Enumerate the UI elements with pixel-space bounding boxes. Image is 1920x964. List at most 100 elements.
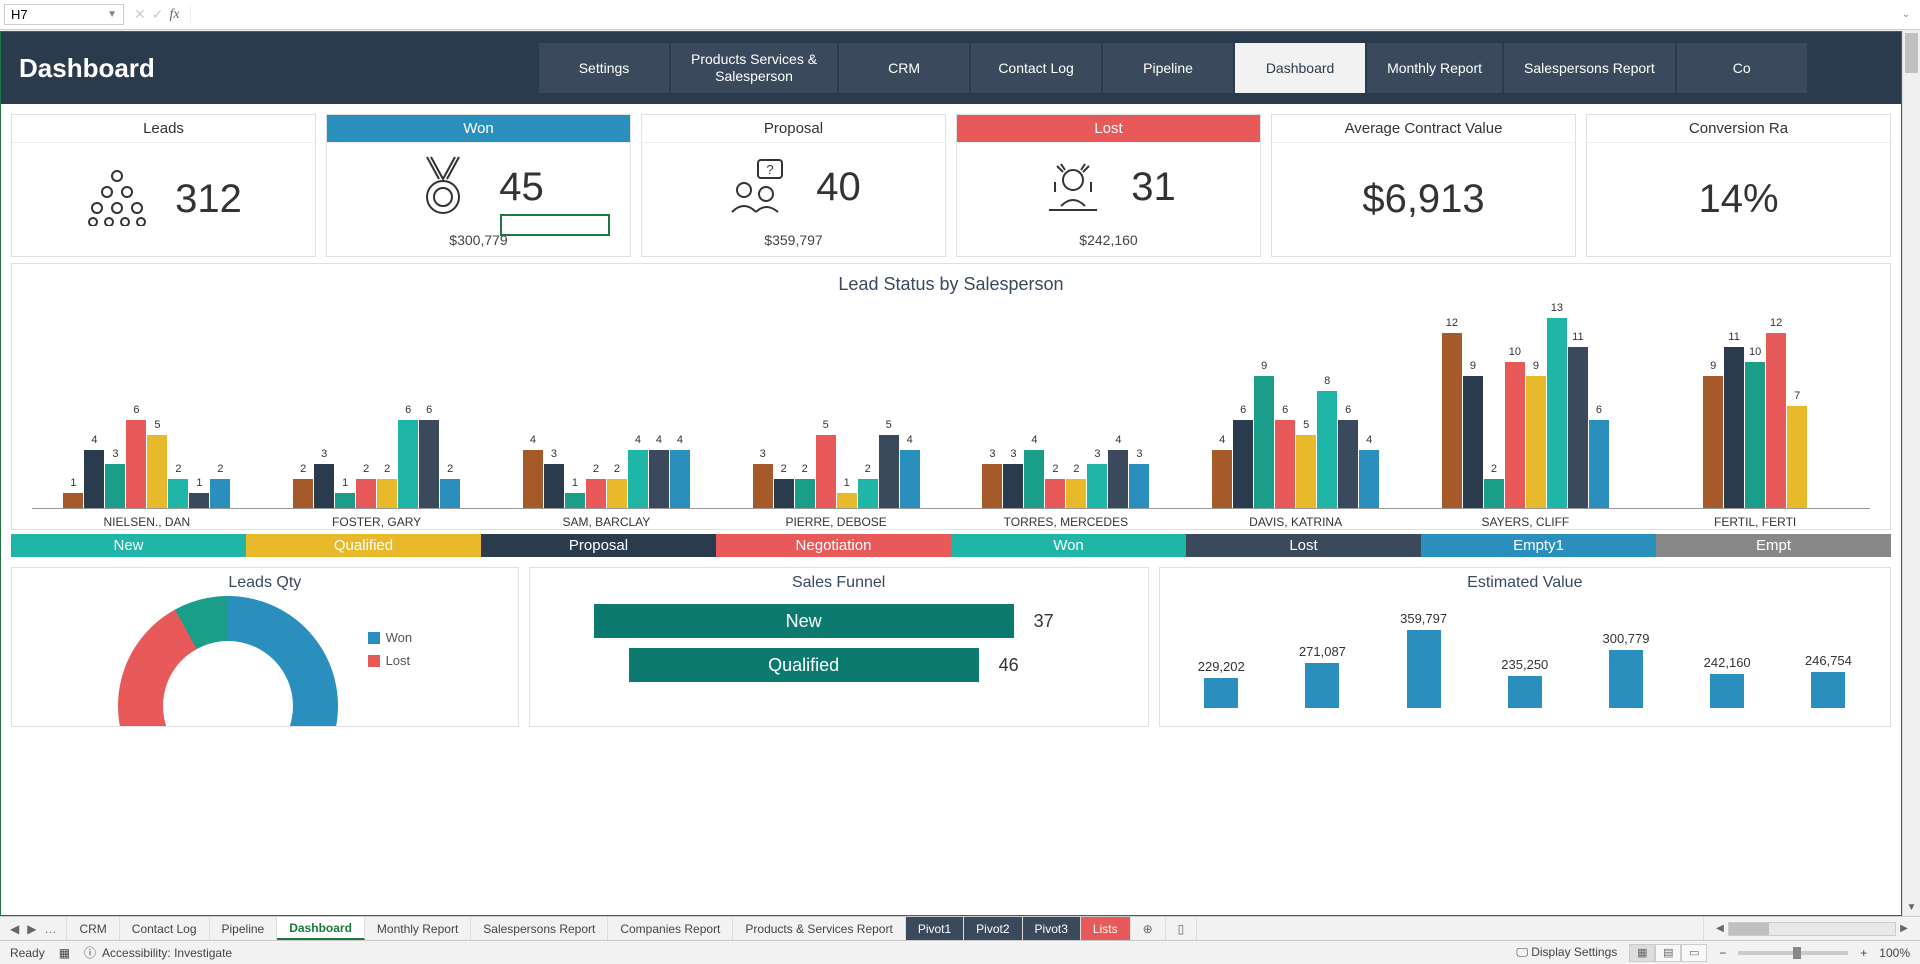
macro-record-icon[interactable]: ▦ xyxy=(59,946,70,960)
sheet-tab-monthly-report[interactable]: Monthly Report xyxy=(365,917,471,940)
scroll-left-icon[interactable]: ◀ xyxy=(1712,923,1728,934)
kpi-title: Average Contract Value xyxy=(1272,115,1575,143)
page-layout-view-button[interactable]: ▤ xyxy=(1655,944,1681,962)
bar: 2 xyxy=(858,479,878,508)
sheet-tab-salespersons-report[interactable]: Salespersons Report xyxy=(471,917,608,940)
worksheet-canvas: Dashboard SettingsProducts Services & Sa… xyxy=(0,31,1902,916)
bar-group: 14365212NIELSEN., DAN xyxy=(32,309,262,529)
legend-item: Proposal xyxy=(481,534,716,557)
bar-label: 5 xyxy=(816,419,836,431)
sheet-tab-pivot3[interactable]: Pivot3 xyxy=(1023,917,1081,940)
sheet-prev-icon[interactable]: ◀ xyxy=(10,922,19,936)
bar: 7 xyxy=(1787,406,1807,508)
kpi-body: $6,913 xyxy=(1272,143,1575,256)
nav-tab-settings[interactable]: Settings xyxy=(539,43,669,93)
bar-label: 2 xyxy=(356,463,376,475)
kpi-value: 31 xyxy=(1131,165,1176,210)
nav-tab-monthly-report[interactable]: Monthly Report xyxy=(1367,43,1502,93)
bar-label: 4 xyxy=(1108,434,1128,446)
bar: 9 xyxy=(1703,376,1723,508)
sheet-list-icon[interactable]: ▯ xyxy=(1166,917,1198,940)
sheet-tab-dashboard[interactable]: Dashboard xyxy=(277,917,365,940)
bar-label: 3 xyxy=(544,448,564,460)
bar-label: 4 xyxy=(1212,434,1232,446)
sheet-tab-pivot2[interactable]: Pivot2 xyxy=(964,917,1022,940)
expand-formula-bar-icon[interactable]: ⌄ xyxy=(1896,9,1916,20)
bar: 11 xyxy=(1568,347,1588,508)
funnel-row: Qualified46 xyxy=(530,648,1148,682)
zoom-in-button[interactable]: + xyxy=(1860,946,1867,960)
sheet-tab-lists[interactable]: Lists xyxy=(1081,917,1131,940)
vertical-scrollbar[interactable]: ▲ ▼ xyxy=(1902,31,1920,916)
sheet-tab-products-services-report[interactable]: Products & Services Report xyxy=(733,917,905,940)
bar: 4 xyxy=(670,450,690,508)
zoom-out-button[interactable]: − xyxy=(1719,946,1726,960)
pyramid-icon xyxy=(85,168,149,231)
kpi-row: Leads312Won45$300,779Proposal?40$359,797… xyxy=(1,104,1901,263)
formula-input[interactable] xyxy=(197,0,1896,29)
nav-tab-dashboard[interactable]: Dashboard xyxy=(1235,43,1365,93)
zoom-level[interactable]: 100% xyxy=(1879,946,1910,960)
bar: 10 xyxy=(1505,362,1525,508)
sheet-next-icon[interactable]: ▶ xyxy=(27,922,36,936)
ev-label: 242,160 xyxy=(1704,655,1751,670)
name-box[interactable]: H7 ▼ xyxy=(4,4,124,25)
accessibility-status[interactable]: ⓘ Accessibility: Investigate xyxy=(84,944,232,961)
bar-label: 1 xyxy=(565,477,585,489)
legend-item: New xyxy=(11,534,246,557)
bar-label: 2 xyxy=(377,463,397,475)
lower-charts-row: Leads Qty WonLost Sales Funnel New37Qual… xyxy=(1,567,1901,727)
nav-tab-crm[interactable]: CRM xyxy=(839,43,969,93)
kpi-value: 312 xyxy=(175,177,242,222)
chevron-down-icon[interactable]: ▼ xyxy=(107,9,117,20)
sheet-tab-pivot1[interactable]: Pivot1 xyxy=(906,917,964,940)
ev-column: 246,754 xyxy=(1805,653,1852,708)
bar-label: 4 xyxy=(523,434,543,446)
bar-label: 1 xyxy=(63,477,83,489)
bar-group: 129210913116SAYERS, CLIFF xyxy=(1411,309,1641,529)
normal-view-button[interactable]: ▦ xyxy=(1629,944,1655,962)
bar-label: 2 xyxy=(210,463,230,475)
sheet-tab-crm[interactable]: CRM xyxy=(67,917,119,940)
ev-column: 359,797 xyxy=(1400,611,1447,708)
display-settings-button[interactable]: 🖵 Display Settings xyxy=(1516,945,1617,960)
bar: 2 xyxy=(168,479,188,508)
kpi-value: $6,913 xyxy=(1362,177,1484,222)
bar: 12 xyxy=(1766,333,1786,508)
sheet-tab-contact-log[interactable]: Contact Log xyxy=(120,917,210,940)
bar: 1 xyxy=(837,493,857,508)
nav-tab-co[interactable]: Co xyxy=(1677,43,1807,93)
scrollbar-thumb[interactable] xyxy=(1905,33,1918,73)
sheet-nav-buttons[interactable]: ◀ ▶ … xyxy=(0,917,67,940)
bar: 4 xyxy=(1212,450,1232,508)
fx-icon[interactable]: fx xyxy=(169,7,179,23)
bar-label: 9 xyxy=(1703,360,1723,372)
sheet-tab-pipeline[interactable]: Pipeline xyxy=(210,917,278,940)
bar: 2 xyxy=(440,479,460,508)
sheet-tab-companies-report[interactable]: Companies Report xyxy=(608,917,733,940)
bar-label: 10 xyxy=(1505,346,1525,358)
new-sheet-button[interactable]: ⊕ xyxy=(1131,917,1166,940)
horizontal-scrollbar[interactable]: ◀ ▶ xyxy=(1712,922,1912,936)
nav-tab-contact-log[interactable]: Contact Log xyxy=(971,43,1101,93)
enter-icon[interactable]: ✓ xyxy=(152,6,164,23)
bar: 3 xyxy=(1129,464,1149,508)
nav-tab-salespersons-report[interactable]: Salespersons Report xyxy=(1504,43,1675,93)
bar-label: 2 xyxy=(607,463,627,475)
page-break-view-button[interactable]: ▭ xyxy=(1681,944,1707,962)
scroll-down-icon[interactable]: ▼ xyxy=(1903,898,1920,916)
bar-label: 6 xyxy=(1275,404,1295,416)
zoom-slider[interactable] xyxy=(1738,951,1848,955)
bar-label: 3 xyxy=(314,448,334,460)
funnel-bars: New37Qualified46 xyxy=(530,598,1148,726)
scroll-right-icon[interactable]: ▶ xyxy=(1896,923,1912,934)
sheet-more-icon[interactable]: … xyxy=(44,922,56,936)
bar: 6 xyxy=(1338,420,1358,508)
cancel-icon[interactable]: ✕ xyxy=(134,6,146,23)
bar-label: 12 xyxy=(1766,317,1786,329)
bar: 3 xyxy=(105,464,125,508)
nav-tab-pipeline[interactable]: Pipeline xyxy=(1103,43,1233,93)
bar: 10 xyxy=(1745,362,1765,508)
kpi-title: Lost xyxy=(957,115,1260,143)
nav-tab-products-services-salesperson[interactable]: Products Services & Salesperson xyxy=(671,43,837,93)
